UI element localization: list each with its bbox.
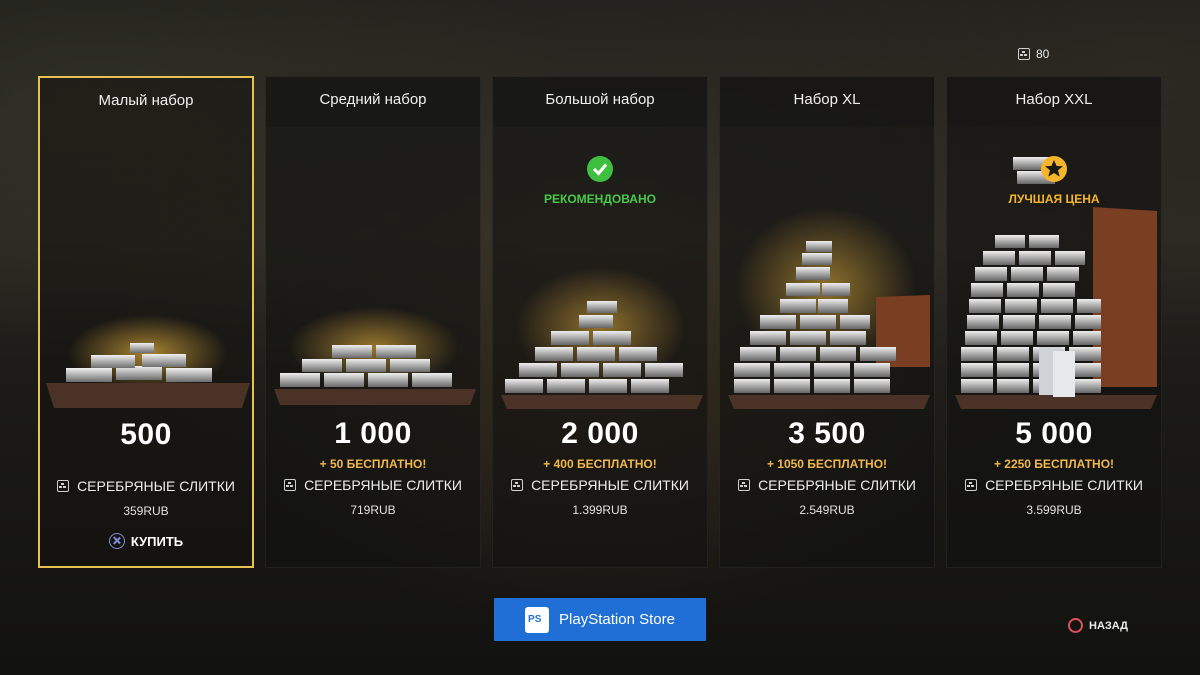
pack-title: Набор XXL [1015, 91, 1093, 108]
circle-button-icon [1068, 618, 1083, 633]
pack-amount: 5 000 [1015, 417, 1093, 450]
best-price-badge: ЛУЧШАЯ ЦЕНА [947, 155, 1161, 206]
pack-bonus: + 2250 БЕСПЛАТНО! [993, 457, 1115, 471]
silver-bar-icon [738, 479, 751, 491]
pack-card-large[interactable]: Большой набор РЕКОМЕНДОВАНО 2 000 + 400 … [492, 76, 708, 568]
silver-bars-pile-image [274, 307, 476, 405]
star-icon [1041, 156, 1067, 182]
best-price-label: ЛУЧШАЯ ЦЕНА [1008, 192, 1100, 206]
pack-bonus: + 1050 БЕСПЛАТНО! [766, 457, 888, 471]
pack-currency: СЕРЕБРЯНЫЕ СЛИТКИ [266, 477, 480, 493]
playstation-store-bag-icon [525, 606, 550, 633]
pack-list: Малый набор 500 СЕРЕБРЯНЫЕ СЛИТКИ 359RUB… [38, 76, 1162, 570]
pack-card-small[interactable]: Малый набор 500 СЕРЕБРЯНЫЕ СЛИТКИ 359RUB… [38, 76, 254, 568]
pack-currency-label: СЕРЕБРЯНЫЕ СЛИТКИ [77, 478, 235, 494]
pack-currency: СЕРЕБРЯНЫЕ СЛИТКИ [947, 477, 1161, 493]
pack-currency-label: СЕРЕБРЯНЫЕ СЛИТКИ [985, 477, 1143, 493]
silver-bar-icon [57, 480, 70, 492]
cross-button-icon [108, 533, 125, 549]
pack-card-xl[interactable]: Набор XL 3 500 + 1050 БЕСПЛАТНО! СЕРЕБРЯ… [719, 76, 935, 568]
pack-amount: 2 000 [561, 417, 639, 450]
buy-button[interactable]: КУПИТЬ [40, 533, 252, 549]
pack-currency-label: СЕРЕБРЯНЫЕ СЛИТКИ [758, 477, 916, 493]
pack-price: 719RUB [350, 503, 396, 517]
pack-currency-label: СЕРЕБРЯНЫЕ СЛИТКИ [531, 477, 689, 493]
pack-title: Набор XL [793, 91, 861, 108]
pack-title: Большой набор [545, 91, 655, 108]
pack-title: Средний набор [319, 91, 427, 108]
back-label: НАЗАД [1089, 619, 1128, 632]
silver-bar-icon [1018, 48, 1030, 60]
pack-price: 3.599RUB [1026, 503, 1082, 517]
silver-bar-icon [284, 479, 297, 491]
pack-price: 1.399RUB [572, 503, 628, 517]
buy-label: КУПИТЬ [130, 533, 184, 549]
pack-bonus: + 50 БЕСПЛАТНО! [319, 457, 427, 471]
pack-currency-label: СЕРЕБРЯНЫЕ СЛИТКИ [304, 477, 462, 493]
back-button[interactable]: НАЗАД [1068, 618, 1128, 633]
playstation-store-label: PlayStation Store [559, 611, 675, 628]
currency-balance-amount: 80 [1036, 47, 1050, 61]
pack-currency: СЕРЕБРЯНЫЕ СЛИТКИ [40, 478, 252, 494]
silver-bars-pile-image [501, 267, 703, 409]
playstation-store-button[interactable]: PlayStation Store [494, 598, 706, 641]
pack-price: 359RUB [123, 504, 169, 518]
silver-bar-icon [511, 479, 524, 491]
pack-amount: 3 500 [788, 417, 866, 450]
currency-balance: 80 [1018, 46, 1049, 62]
pack-bonus: + 400 БЕСПЛАТНО! [543, 457, 657, 471]
silver-bar-icon [965, 479, 978, 491]
silver-bars-pile-image [728, 207, 930, 409]
pack-amount: 500 [120, 418, 172, 451]
pack-card-xxl[interactable]: Набор XXL ЛУЧШАЯ ЦЕНА 5 000 + 2250 БЕСПЛ… [946, 76, 1162, 568]
pack-currency: СЕРЕБРЯНЫЕ СЛИТКИ [493, 477, 707, 493]
pack-currency: СЕРЕБРЯНЫЕ СЛИТКИ [720, 477, 934, 493]
silver-bars-pile-image [46, 315, 250, 408]
pack-price: 2.549RUB [799, 503, 855, 517]
pack-amount: 1 000 [334, 417, 412, 450]
pack-card-medium[interactable]: Средний набор 1 000 + 50 БЕСПЛАТНО! СЕРЕ… [265, 76, 481, 568]
pack-title: Малый набор [98, 92, 194, 109]
